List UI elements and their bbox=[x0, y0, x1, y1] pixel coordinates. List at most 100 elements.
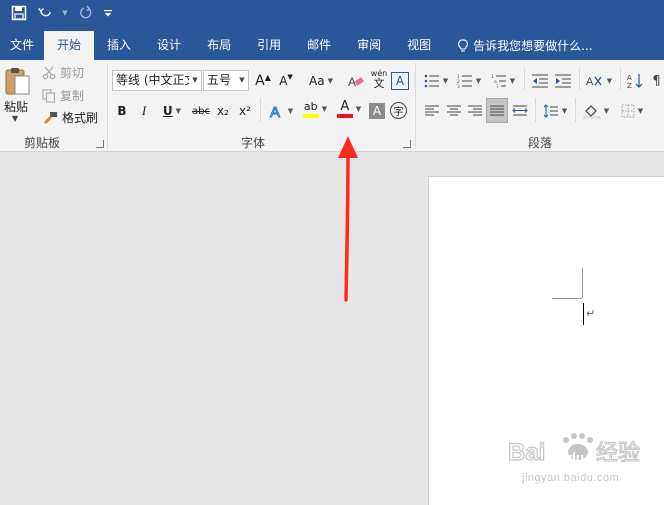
numbering-button[interactable]: 1 2 3 ▼ bbox=[455, 70, 483, 92]
tab-references[interactable]: 引用 bbox=[244, 31, 294, 60]
subscript-button[interactable]: x₂ bbox=[214, 100, 232, 122]
watermark-url: jingyan.baidu.com bbox=[522, 472, 620, 484]
undo-icon[interactable] bbox=[34, 2, 56, 24]
margin-mark bbox=[552, 298, 582, 299]
grow-font-button[interactable]: A ▲ bbox=[254, 70, 272, 92]
save-icon[interactable] bbox=[8, 2, 30, 24]
scissors-icon bbox=[42, 66, 56, 79]
change-case-button[interactable]: Aa ▼ bbox=[304, 70, 338, 92]
font-name-combo[interactable]: 等线 (中文正文 ▼ bbox=[112, 70, 202, 91]
title-bar: ▼ 文件 开始 插入 设计 布局 引用 邮件 审阅 视图 告诉我您想要做什么..… bbox=[0, 0, 664, 60]
bold-icon: B bbox=[117, 104, 127, 118]
bullets-icon bbox=[424, 74, 439, 88]
clear-formatting-button[interactable]: A bbox=[346, 70, 366, 92]
bold-button[interactable]: B bbox=[114, 100, 130, 122]
font-name-value: 等线 (中文正文 bbox=[116, 73, 197, 87]
tab-layout[interactable]: 布局 bbox=[194, 31, 244, 60]
paintbrush-icon bbox=[43, 111, 57, 124]
text-effects-icon: A bbox=[269, 104, 280, 120]
align-center-icon bbox=[447, 105, 461, 116]
pilcrow-icon: ¶ bbox=[652, 73, 661, 89]
format-painter-button[interactable]: 格式刷 bbox=[42, 109, 98, 126]
tab-view[interactable]: 视图 bbox=[394, 31, 444, 60]
shrink-font-button[interactable]: A ▼ bbox=[277, 70, 295, 92]
tab-design[interactable]: 设计 bbox=[144, 31, 194, 60]
borders-icon bbox=[621, 104, 635, 118]
font-color-button[interactable]: A ▼ bbox=[334, 98, 364, 120]
sort-icon: AZ bbox=[627, 74, 643, 89]
font-color-icon: A bbox=[340, 99, 350, 114]
italic-button[interactable]: I bbox=[136, 100, 152, 122]
dropdown-caret-icon[interactable]: ▼ bbox=[60, 2, 70, 24]
phonetic-guide-char: 文 bbox=[373, 76, 385, 90]
svg-text:A: A bbox=[270, 104, 280, 119]
clipboard-icon bbox=[5, 68, 30, 95]
baidu-jingyan-logo: Bai du 经验 bbox=[508, 433, 641, 467]
decrease-indent-button[interactable] bbox=[530, 70, 550, 92]
copy-label: 复制 bbox=[60, 89, 85, 103]
highlight-button[interactable]: ab ▼ bbox=[300, 98, 330, 120]
text-effects-button[interactable]: A ▼ bbox=[266, 100, 296, 122]
justify-button[interactable] bbox=[486, 98, 508, 123]
shading-button[interactable]: ▼ bbox=[580, 100, 612, 122]
group-separator bbox=[535, 98, 536, 122]
align-right-button[interactable] bbox=[465, 100, 485, 122]
cut-button[interactable]: 剪切 bbox=[42, 64, 84, 81]
borders-button[interactable]: ▼ bbox=[616, 100, 648, 122]
svg-text:du: du bbox=[568, 450, 584, 465]
tab-insert[interactable]: 插入 bbox=[94, 31, 144, 60]
distributed-button[interactable] bbox=[510, 100, 530, 122]
highlight-icon: ab bbox=[303, 99, 318, 113]
tab-mailings[interactable]: 邮件 bbox=[294, 31, 344, 60]
watermark: Bai du 经验 jingyan.baidu.com bbox=[508, 430, 658, 500]
align-left-button[interactable] bbox=[422, 100, 442, 122]
paragraph-mark-icon: ↵ bbox=[586, 307, 596, 320]
increase-indent-button[interactable] bbox=[553, 70, 573, 92]
superscript-icon: x² bbox=[239, 104, 251, 118]
underline-button[interactable]: U ▼ bbox=[158, 100, 186, 122]
group-separator bbox=[260, 98, 261, 122]
annotation-arrow bbox=[338, 136, 358, 302]
multilevel-list-button[interactable]: 1 a i ▼ bbox=[488, 70, 518, 92]
strikethrough-button[interactable]: abc bbox=[191, 100, 211, 122]
tab-home[interactable]: 开始 bbox=[44, 31, 95, 60]
tab-review[interactable]: 审阅 bbox=[344, 31, 394, 60]
enclose-characters-button[interactable]: 字 bbox=[390, 102, 407, 119]
justify-icon bbox=[490, 105, 504, 115]
svg-text:A: A bbox=[627, 74, 632, 82]
phonetic-guide-button[interactable]: wén 文 bbox=[370, 68, 388, 90]
character-shading-button[interactable]: A bbox=[369, 103, 385, 119]
customize-qat-icon[interactable] bbox=[100, 2, 116, 24]
show-formatting-marks-button[interactable]: ¶ bbox=[649, 70, 664, 92]
font-launcher-icon[interactable] bbox=[403, 140, 411, 148]
line-spacing-icon bbox=[543, 104, 558, 118]
lightbulb-icon bbox=[458, 38, 469, 52]
tell-me-text: 告诉我您想要做什么... bbox=[473, 38, 593, 53]
tab-file[interactable]: 文件 bbox=[0, 31, 44, 60]
font-size-combo[interactable]: 五号 ▼ bbox=[203, 70, 249, 91]
change-case-icon: Aa bbox=[309, 74, 325, 88]
svg-text:Z: Z bbox=[627, 82, 632, 89]
redo-icon[interactable] bbox=[74, 2, 96, 24]
superscript-button[interactable]: x² bbox=[236, 100, 254, 122]
clipboard-group-label: 剪贴板 bbox=[24, 136, 61, 150]
svg-text:i: i bbox=[497, 84, 498, 88]
cut-label: 剪切 bbox=[60, 66, 85, 80]
character-border-button[interactable]: A bbox=[391, 72, 409, 90]
tell-me-box[interactable]: 告诉我您想要做什么... bbox=[444, 31, 605, 60]
font-color-bar bbox=[336, 114, 353, 118]
chinese-layout-button[interactable]: A ▼ bbox=[584, 70, 614, 92]
copy-button[interactable]: 复制 bbox=[42, 87, 84, 104]
line-spacing-button[interactable]: ▼ bbox=[540, 100, 570, 122]
character-border-icon: A bbox=[395, 74, 405, 88]
shrink-font-icon: A bbox=[279, 74, 288, 88]
font-size-value: 五号 bbox=[207, 73, 232, 87]
bullets-button[interactable]: ▼ bbox=[422, 70, 450, 92]
underline-icon: U bbox=[162, 104, 173, 118]
align-center-button[interactable] bbox=[444, 100, 464, 122]
clipboard-launcher-icon[interactable] bbox=[96, 140, 104, 148]
character-shading-icon: A bbox=[372, 104, 382, 118]
sort-button[interactable]: AZ bbox=[625, 70, 645, 92]
text-cursor bbox=[583, 303, 584, 325]
numbering-icon: 123 bbox=[457, 74, 472, 88]
